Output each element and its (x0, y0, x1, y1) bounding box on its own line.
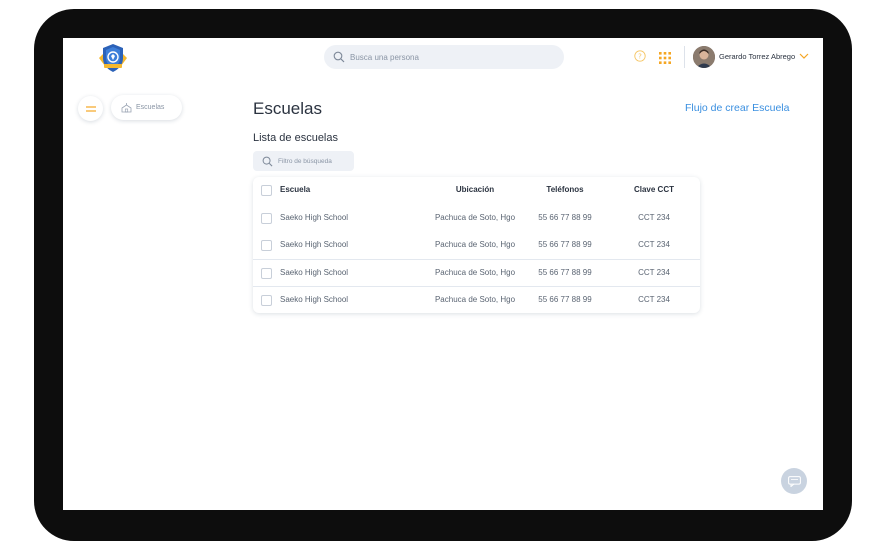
section-title: Lista de escuelas (253, 132, 338, 144)
cell-ubicacion: Pachuca de Soto, Hgo (434, 240, 516, 249)
cell-ubicacion: Pachuca de Soto, Hgo (434, 213, 516, 222)
search-input[interactable]: Busca una persona (324, 45, 564, 69)
cell-telefonos: 55 66 77 88 99 (538, 213, 592, 222)
breadcrumb-label: Escuelas (136, 104, 165, 111)
cell-ubicacion: Pachuca de Soto, Hgo (434, 295, 516, 304)
column-header-escuela[interactable]: Escuela (280, 185, 310, 194)
schools-table: Escuela Ubicación Teléfonos Clave CCT Sa… (253, 177, 700, 313)
page-title: Escuelas (253, 99, 322, 118)
row-checkbox[interactable] (261, 213, 272, 224)
row-checkbox[interactable] (261, 240, 272, 251)
row-checkbox[interactable] (261, 295, 272, 306)
cell-clave-cct: CCT 234 (638, 213, 670, 222)
cell-clave-cct: CCT 234 (638, 295, 670, 304)
chat-icon (787, 475, 801, 487)
column-header-clave-cct[interactable]: Clave CCT (609, 185, 699, 194)
avatar[interactable] (693, 46, 715, 68)
table-header-row: Escuela Ubicación Teléfonos Clave CCT (253, 177, 700, 203)
cell-telefonos: 55 66 77 88 99 (538, 295, 592, 304)
logo-shield-icon[interactable] (95, 42, 131, 74)
table-row[interactable]: Saeko High School Pachuca de Soto, Hgo 5… (253, 259, 700, 286)
filter-input[interactable]: Filtro de búsqueda (253, 151, 354, 171)
search-icon (333, 51, 345, 63)
cell-escuela: Saeko High School (280, 213, 349, 222)
chat-button[interactable] (781, 468, 807, 494)
cell-escuela: Saeko High School (280, 268, 349, 277)
filter-placeholder: Filtro de búsqueda (278, 157, 332, 165)
column-header-telefonos[interactable]: Teléfonos (525, 185, 605, 194)
apps-grid-icon[interactable] (659, 52, 671, 64)
user-name[interactable]: Gerardo Torrez Abrego (719, 52, 795, 61)
cell-telefonos: 55 66 77 88 99 (538, 268, 592, 277)
search-icon (262, 156, 273, 166)
cell-clave-cct: CCT 234 (638, 268, 670, 277)
svg-text:?: ? (638, 53, 642, 61)
cell-telefonos: 55 66 77 88 99 (538, 240, 592, 249)
row-checkbox[interactable] (261, 268, 272, 279)
table-row[interactable]: Saeko High School Pachuca de Soto, Hgo 5… (253, 286, 700, 313)
search-placeholder: Busca una persona (350, 52, 419, 62)
create-school-flow-link[interactable]: Flujo de crear Escuela (685, 102, 789, 114)
column-header-ubicacion[interactable]: Ubicación (425, 185, 525, 194)
breadcrumb-escuelas[interactable]: Escuelas (111, 95, 182, 120)
cell-escuela: Saeko High School (280, 240, 349, 249)
header-divider (684, 46, 685, 68)
cell-escuela: Saeko High School (280, 295, 349, 304)
cell-ubicacion: Pachuca de Soto, Hgo (434, 268, 516, 277)
app-screen: Busca una persona ? Gerardo Torrez Abreg… (63, 38, 823, 510)
table-row[interactable]: Saeko High School Pachuca de Soto, Hgo 5… (253, 232, 700, 258)
menu-icon (85, 105, 96, 112)
chevron-down-icon[interactable] (799, 52, 809, 60)
table-row[interactable]: Saeko High School Pachuca de Soto, Hgo 5… (253, 205, 700, 231)
school-icon (121, 102, 132, 112)
cell-clave-cct: CCT 234 (638, 240, 670, 249)
help-icon[interactable]: ? (634, 50, 646, 62)
menu-button[interactable] (78, 96, 103, 121)
select-all-checkbox[interactable] (261, 185, 272, 196)
